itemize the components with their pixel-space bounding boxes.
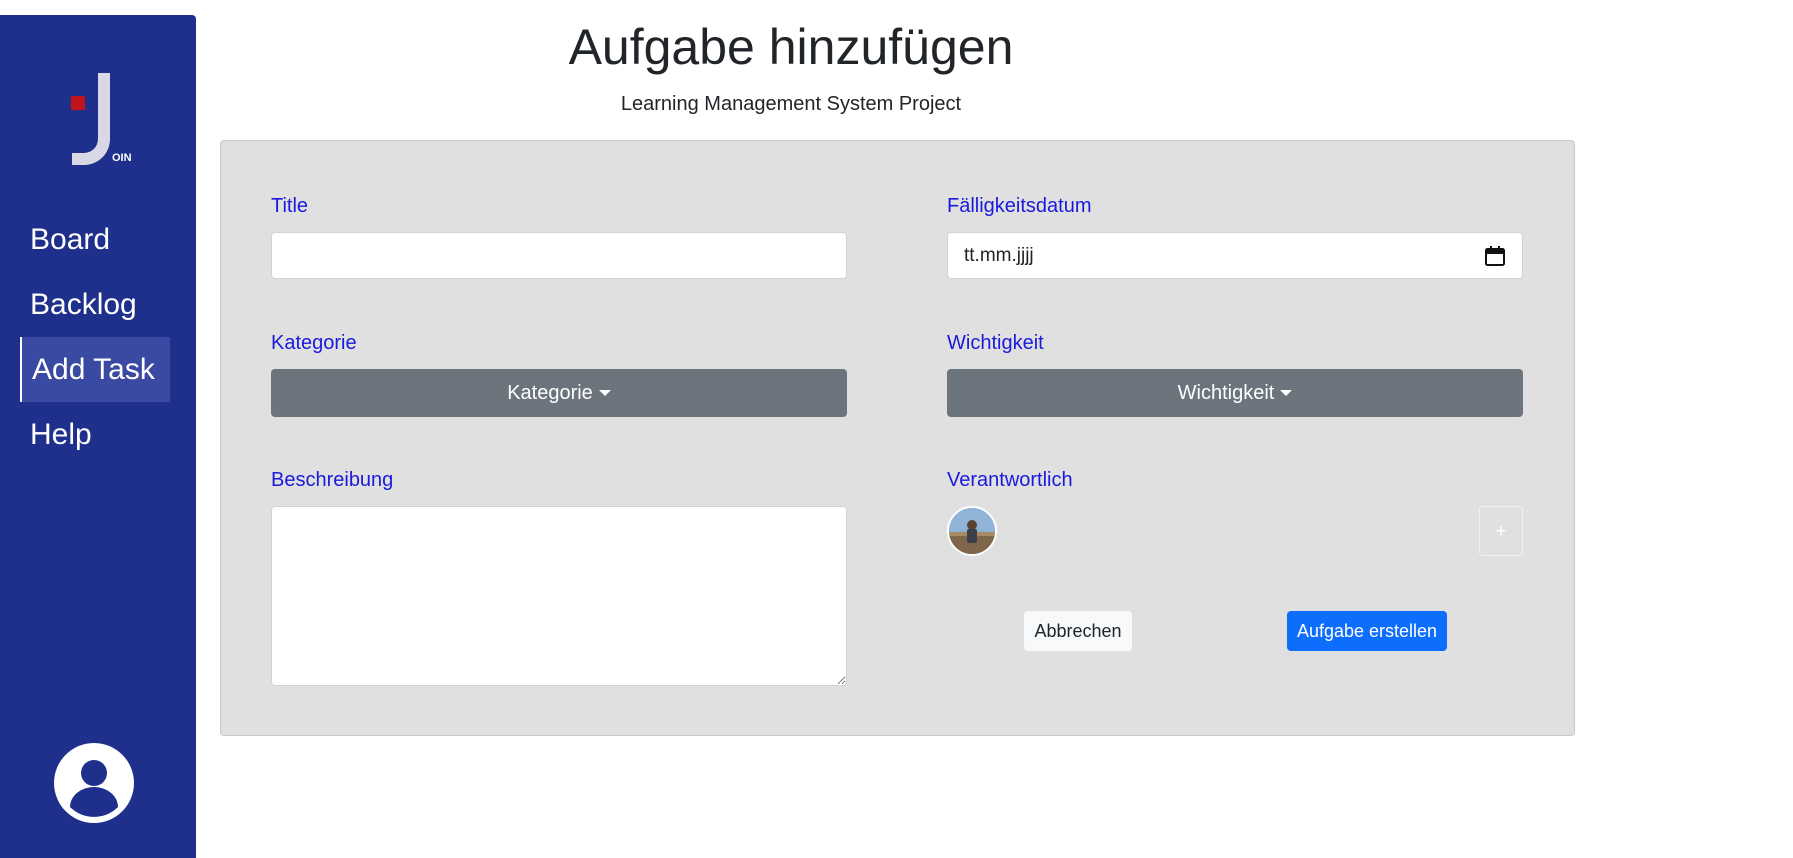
due-date-placeholder: tt.mm.jjjj (964, 244, 1034, 266)
caret-down-icon (1280, 390, 1293, 396)
description-label: Beschreibung (271, 469, 394, 491)
title-label: Title (271, 195, 309, 217)
priority-dropdown-label: Wichtigkeit (1177, 381, 1275, 404)
logo-text: OIN (112, 152, 132, 164)
join-logo[interactable]: OIN (54, 59, 144, 169)
page-subtitle: Learning Management System Project (620, 93, 962, 115)
add-assignee-button[interactable]: + (1479, 506, 1523, 556)
sidebar-item-board[interactable]: Board (20, 207, 176, 272)
priority-dropdown[interactable]: Wichtigkeit (947, 369, 1523, 417)
calendar-icon[interactable] (1484, 245, 1506, 267)
category-label: Kategorie (271, 332, 357, 354)
page-title: Aufgabe hinzufügen (568, 19, 1014, 75)
user-circle-icon[interactable] (54, 743, 134, 823)
title-input[interactable] (271, 232, 847, 279)
assignee-avatar[interactable] (947, 506, 997, 556)
create-task-button[interactable]: Aufgabe erstellen (1287, 611, 1447, 651)
caret-down-icon (598, 390, 611, 396)
sidebar-item-help[interactable]: Help (20, 402, 176, 467)
cancel-button[interactable]: Abbrechen (1024, 611, 1132, 651)
assignee-label: Verantwortlich (947, 469, 1073, 491)
sidebar-item-backlog[interactable]: Backlog (20, 272, 176, 337)
due-date-input[interactable]: tt.mm.jjjj (947, 232, 1523, 279)
due-date-label: Fälligkeitsdatum (947, 195, 1092, 217)
category-dropdown[interactable]: Kategorie (271, 369, 847, 417)
priority-label: Wichtigkeit (947, 332, 1044, 354)
category-dropdown-label: Kategorie (507, 381, 593, 404)
sidebar: OIN Board Backlog Add Task Help (0, 15, 196, 858)
sidebar-item-add-task[interactable]: Add Task (20, 337, 170, 402)
description-textarea[interactable] (271, 506, 847, 686)
sidebar-nav: Board Backlog Add Task Help (20, 207, 176, 467)
task-form: Title Fälligkeitsdatum tt.mm.jjjj Katego… (220, 140, 1575, 736)
